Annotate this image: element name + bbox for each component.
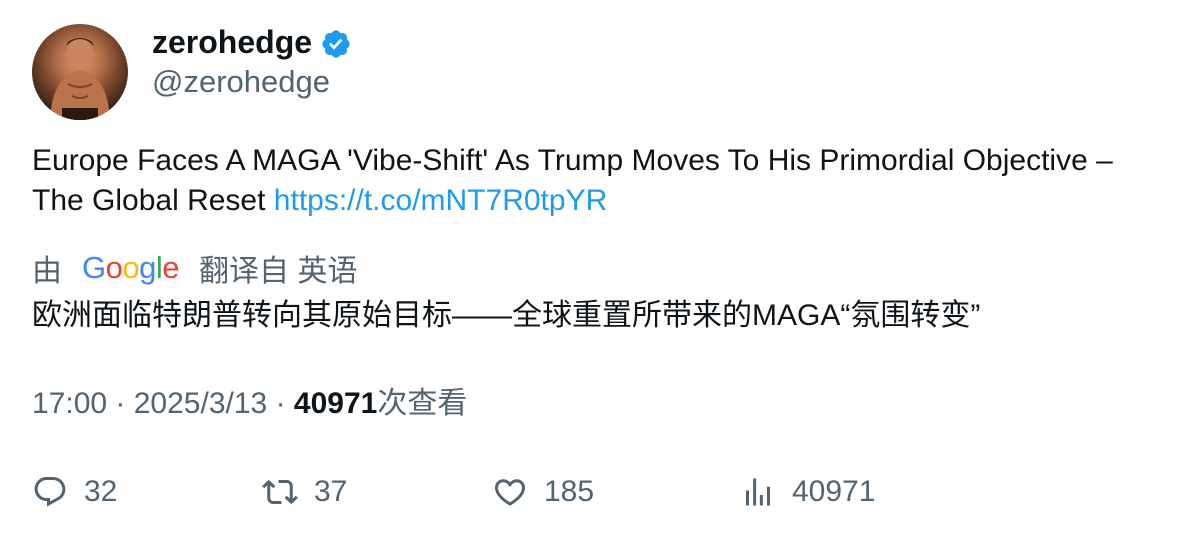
like-button[interactable]: 185 — [492, 468, 594, 516]
google-letter-o1: o — [105, 250, 123, 285]
retweet-count: 37 — [314, 475, 348, 508]
tweet-actions: 32 37 185 40971 — [0, 468, 1196, 516]
avatar[interactable] — [32, 24, 128, 120]
retweet-button[interactable]: 37 — [262, 468, 347, 516]
google-letter-g: G — [82, 250, 106, 285]
meta-separator: · — [115, 387, 134, 420]
translated-tweet-text: 欧洲面临特朗普转向其原始目标——全球重置所带来的MAGA“氛围转变” — [32, 299, 981, 332]
tweet-text: Europe Faces A MAGA 'Vibe-Shift' As Trum… — [32, 141, 1172, 221]
reply-count: 32 — [84, 475, 118, 508]
retweet-icon — [262, 479, 298, 505]
views-count: 40971 — [293, 387, 378, 420]
tweet-date[interactable]: 2025/3/13 — [134, 387, 267, 420]
like-count: 185 — [544, 475, 595, 508]
views-action-count: 40971 — [792, 475, 876, 508]
author-display-name[interactable]: zerohedge — [152, 22, 312, 62]
analytics-icon — [746, 478, 770, 506]
google-letter-g2: g — [139, 250, 156, 285]
tweet-time[interactable]: 17:00 — [32, 387, 107, 420]
verified-badge-icon — [322, 30, 350, 58]
translation-suffix: 翻译自 英语 — [199, 255, 358, 288]
meta-separator: · — [275, 387, 294, 420]
reply-icon — [34, 477, 66, 507]
author-handle[interactable]: @zerohedge — [152, 62, 330, 102]
tweet-link[interactable]: https://t.co/mNT7R0tpYR — [274, 184, 607, 217]
avatar-photo-icon — [50, 38, 110, 120]
views-button[interactable]: 40971 — [740, 468, 875, 516]
views-label: 次查看 — [377, 387, 468, 420]
tweet: zerohedge @zerohedge Europe Faces A MAGA… — [0, 0, 1196, 538]
google-letter-o2: o — [122, 250, 140, 285]
tweet-meta: 17:00 · 2025/3/13 · 40971次查看 — [32, 384, 467, 424]
google-letter-e: e — [162, 250, 180, 285]
translation-prefix: 由 — [32, 255, 62, 288]
translation-attribution: 由 Google 翻译自 英语 — [32, 246, 357, 290]
reply-button[interactable]: 32 — [32, 468, 117, 516]
heart-icon — [494, 479, 526, 506]
google-logo: Google — [82, 250, 180, 286]
